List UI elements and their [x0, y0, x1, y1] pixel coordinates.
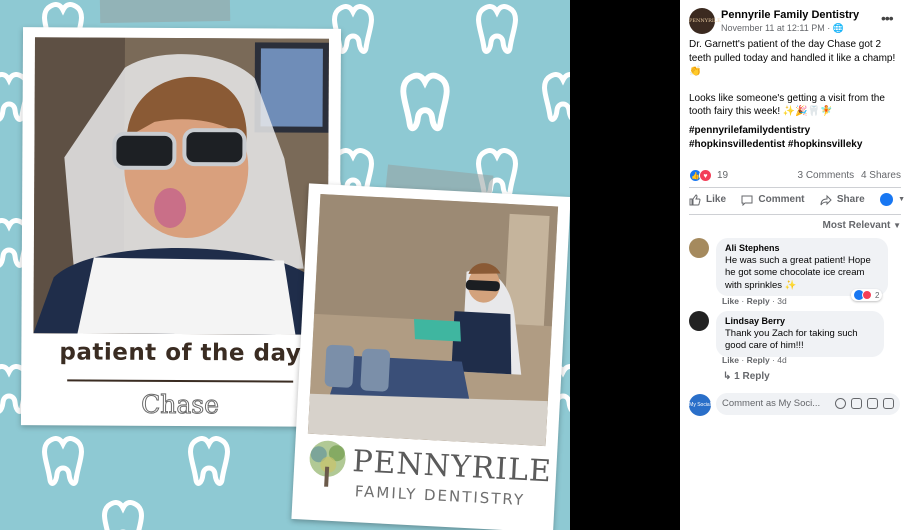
polaroid-patient-of-the-day: patient of the day Chase: [20, 27, 342, 427]
composer-tools: [835, 398, 894, 409]
photo-child-illustration: [33, 37, 329, 335]
comment-bubble: Ali Stephens He was such a great patient…: [716, 238, 888, 296]
comment-sort-dropdown[interactable]: Most Relevant ▼: [823, 220, 902, 231]
comment-author[interactable]: Ali Stephens: [725, 242, 879, 255]
viewer-gutter: [570, 0, 680, 530]
divider: [689, 214, 901, 215]
share-button[interactable]: Share: [820, 193, 865, 206]
hashtag-link[interactable]: #pennyrilefamilydentistry: [689, 124, 862, 138]
more-options-icon[interactable]: •••: [881, 10, 894, 26]
reaction-count: 19: [717, 170, 729, 181]
sticker-icon[interactable]: [883, 398, 894, 409]
comment-text: He was such a great patient! Hope he got…: [725, 254, 871, 291]
polaroid-dental-chair: PENNYRILE FAMILY DENTISTRY: [291, 183, 570, 530]
hashtag-link[interactable]: #hopkinsvilledentist #hopkinsvilleky: [689, 138, 862, 152]
comment-label: Comment: [758, 194, 805, 205]
tooth-icon: [42, 436, 84, 486]
thumbs-up-icon: [689, 193, 701, 205]
comment-author[interactable]: Lindsay Berry: [725, 315, 875, 328]
comment-meta: Like · Reply · 3d: [722, 296, 787, 306]
photo-child-full-chair: [307, 193, 559, 447]
post-actions: Like Comment Share ▼: [689, 193, 905, 206]
tooth-icon: [476, 4, 518, 54]
tooth-icon: [188, 436, 230, 486]
photo-child-in-dental-chair: [33, 37, 329, 335]
comment-text: Thank you Zach for taking such good care…: [725, 327, 858, 352]
gif-icon[interactable]: [867, 398, 878, 409]
page-name-link[interactable]: Pennyrile Family Dentistry: [721, 9, 859, 21]
reaction-summary[interactable]: 👍 ♥ 19: [689, 169, 728, 182]
compose-avatar[interactable]: My Social Practice: [689, 394, 711, 430]
post-sidebar: PENNYRILE Pennyrile Family Dentistry Nov…: [680, 0, 908, 530]
page-avatar[interactable]: PENNYRILE: [689, 8, 721, 34]
comment-meta: Like · Reply · 4d: [722, 355, 787, 365]
chevron-down-icon: ▼: [898, 196, 905, 203]
love-reaction-icon: ♥: [699, 169, 712, 182]
comment-placeholder: Comment as My Soci...: [722, 398, 821, 409]
comment-age[interactable]: 3d: [777, 296, 786, 306]
like-button[interactable]: Like: [689, 193, 726, 206]
comment-like-link[interactable]: Like: [722, 296, 739, 306]
caption-patient-name: Chase: [141, 389, 220, 420]
share-as-selector[interactable]: ▼: [880, 193, 905, 206]
tooth-icon: [400, 72, 450, 132]
like-label: Like: [706, 194, 727, 205]
comment-reply-link[interactable]: Reply: [747, 355, 770, 365]
comment-button[interactable]: Comment: [741, 193, 805, 206]
comment-item: Lindsay Berry Thank you Zach for taking …: [689, 311, 901, 367]
tape-strip: [99, 0, 231, 24]
view-replies-link[interactable]: ↳ 1 Reply: [723, 371, 770, 382]
share-label: Share: [836, 194, 865, 205]
avatar[interactable]: [689, 311, 709, 331]
reply-arrow-icon: ↳: [723, 371, 732, 382]
tooth-icon: [102, 500, 144, 530]
globe-icon: 🌐: [832, 23, 844, 33]
divider: [689, 187, 901, 188]
caption-divider: [67, 379, 294, 383]
post-hashtags: #pennyrilefamilydentistry #hopkinsvilled…: [689, 124, 862, 151]
love-reaction-icon: [862, 290, 872, 300]
emoji-icon[interactable]: [835, 398, 846, 409]
comment-like-link[interactable]: Like: [722, 355, 739, 365]
avatar[interactable]: [689, 238, 709, 258]
shares-count-link[interactable]: 4 Shares: [861, 170, 901, 181]
caption-patient-of-the-day: patient of the day: [59, 339, 302, 367]
comment-reply-link[interactable]: Reply: [747, 296, 770, 306]
comment-item: Ali Stephens He was such a great patient…: [689, 238, 901, 306]
comment-input[interactable]: Comment as My Soci...: [716, 393, 900, 415]
post-timestamp[interactable]: November 11 at 12:11 PM · 🌐: [721, 23, 844, 34]
post-body: Dr. Garnett's patient of the day Chase g…: [689, 38, 903, 132]
tree-logo-icon: [309, 440, 346, 487]
comment-age[interactable]: 4d: [777, 355, 786, 365]
comment-bubble: Lindsay Berry Thank you Zach for taking …: [716, 311, 884, 357]
sort-label: Most Relevant: [822, 220, 891, 231]
share-arrow-icon: [820, 194, 832, 205]
comment-reactions[interactable]: 2: [851, 289, 883, 301]
camera-icon[interactable]: [851, 398, 862, 409]
profile-avatar-icon: [880, 193, 894, 206]
post-paragraph: Looks like someone's getting a visit fro…: [689, 92, 885, 118]
comments-count-link[interactable]: 3 Comments: [798, 170, 855, 181]
comment-bubble-icon: [741, 195, 753, 206]
engagement-counts: 3 Comments 4 Shares: [798, 170, 902, 181]
post-image[interactable]: patient of the day Chase PENNYRILE FAMIL…: [0, 0, 570, 530]
post-paragraph: Dr. Garnett's patient of the day Chase g…: [689, 39, 896, 77]
photo-chair-illustration: [307, 193, 559, 447]
caret-down-icon: ▼: [893, 221, 901, 230]
comment-reaction-count: 2: [875, 290, 880, 300]
tooth-icon: [542, 72, 570, 122]
